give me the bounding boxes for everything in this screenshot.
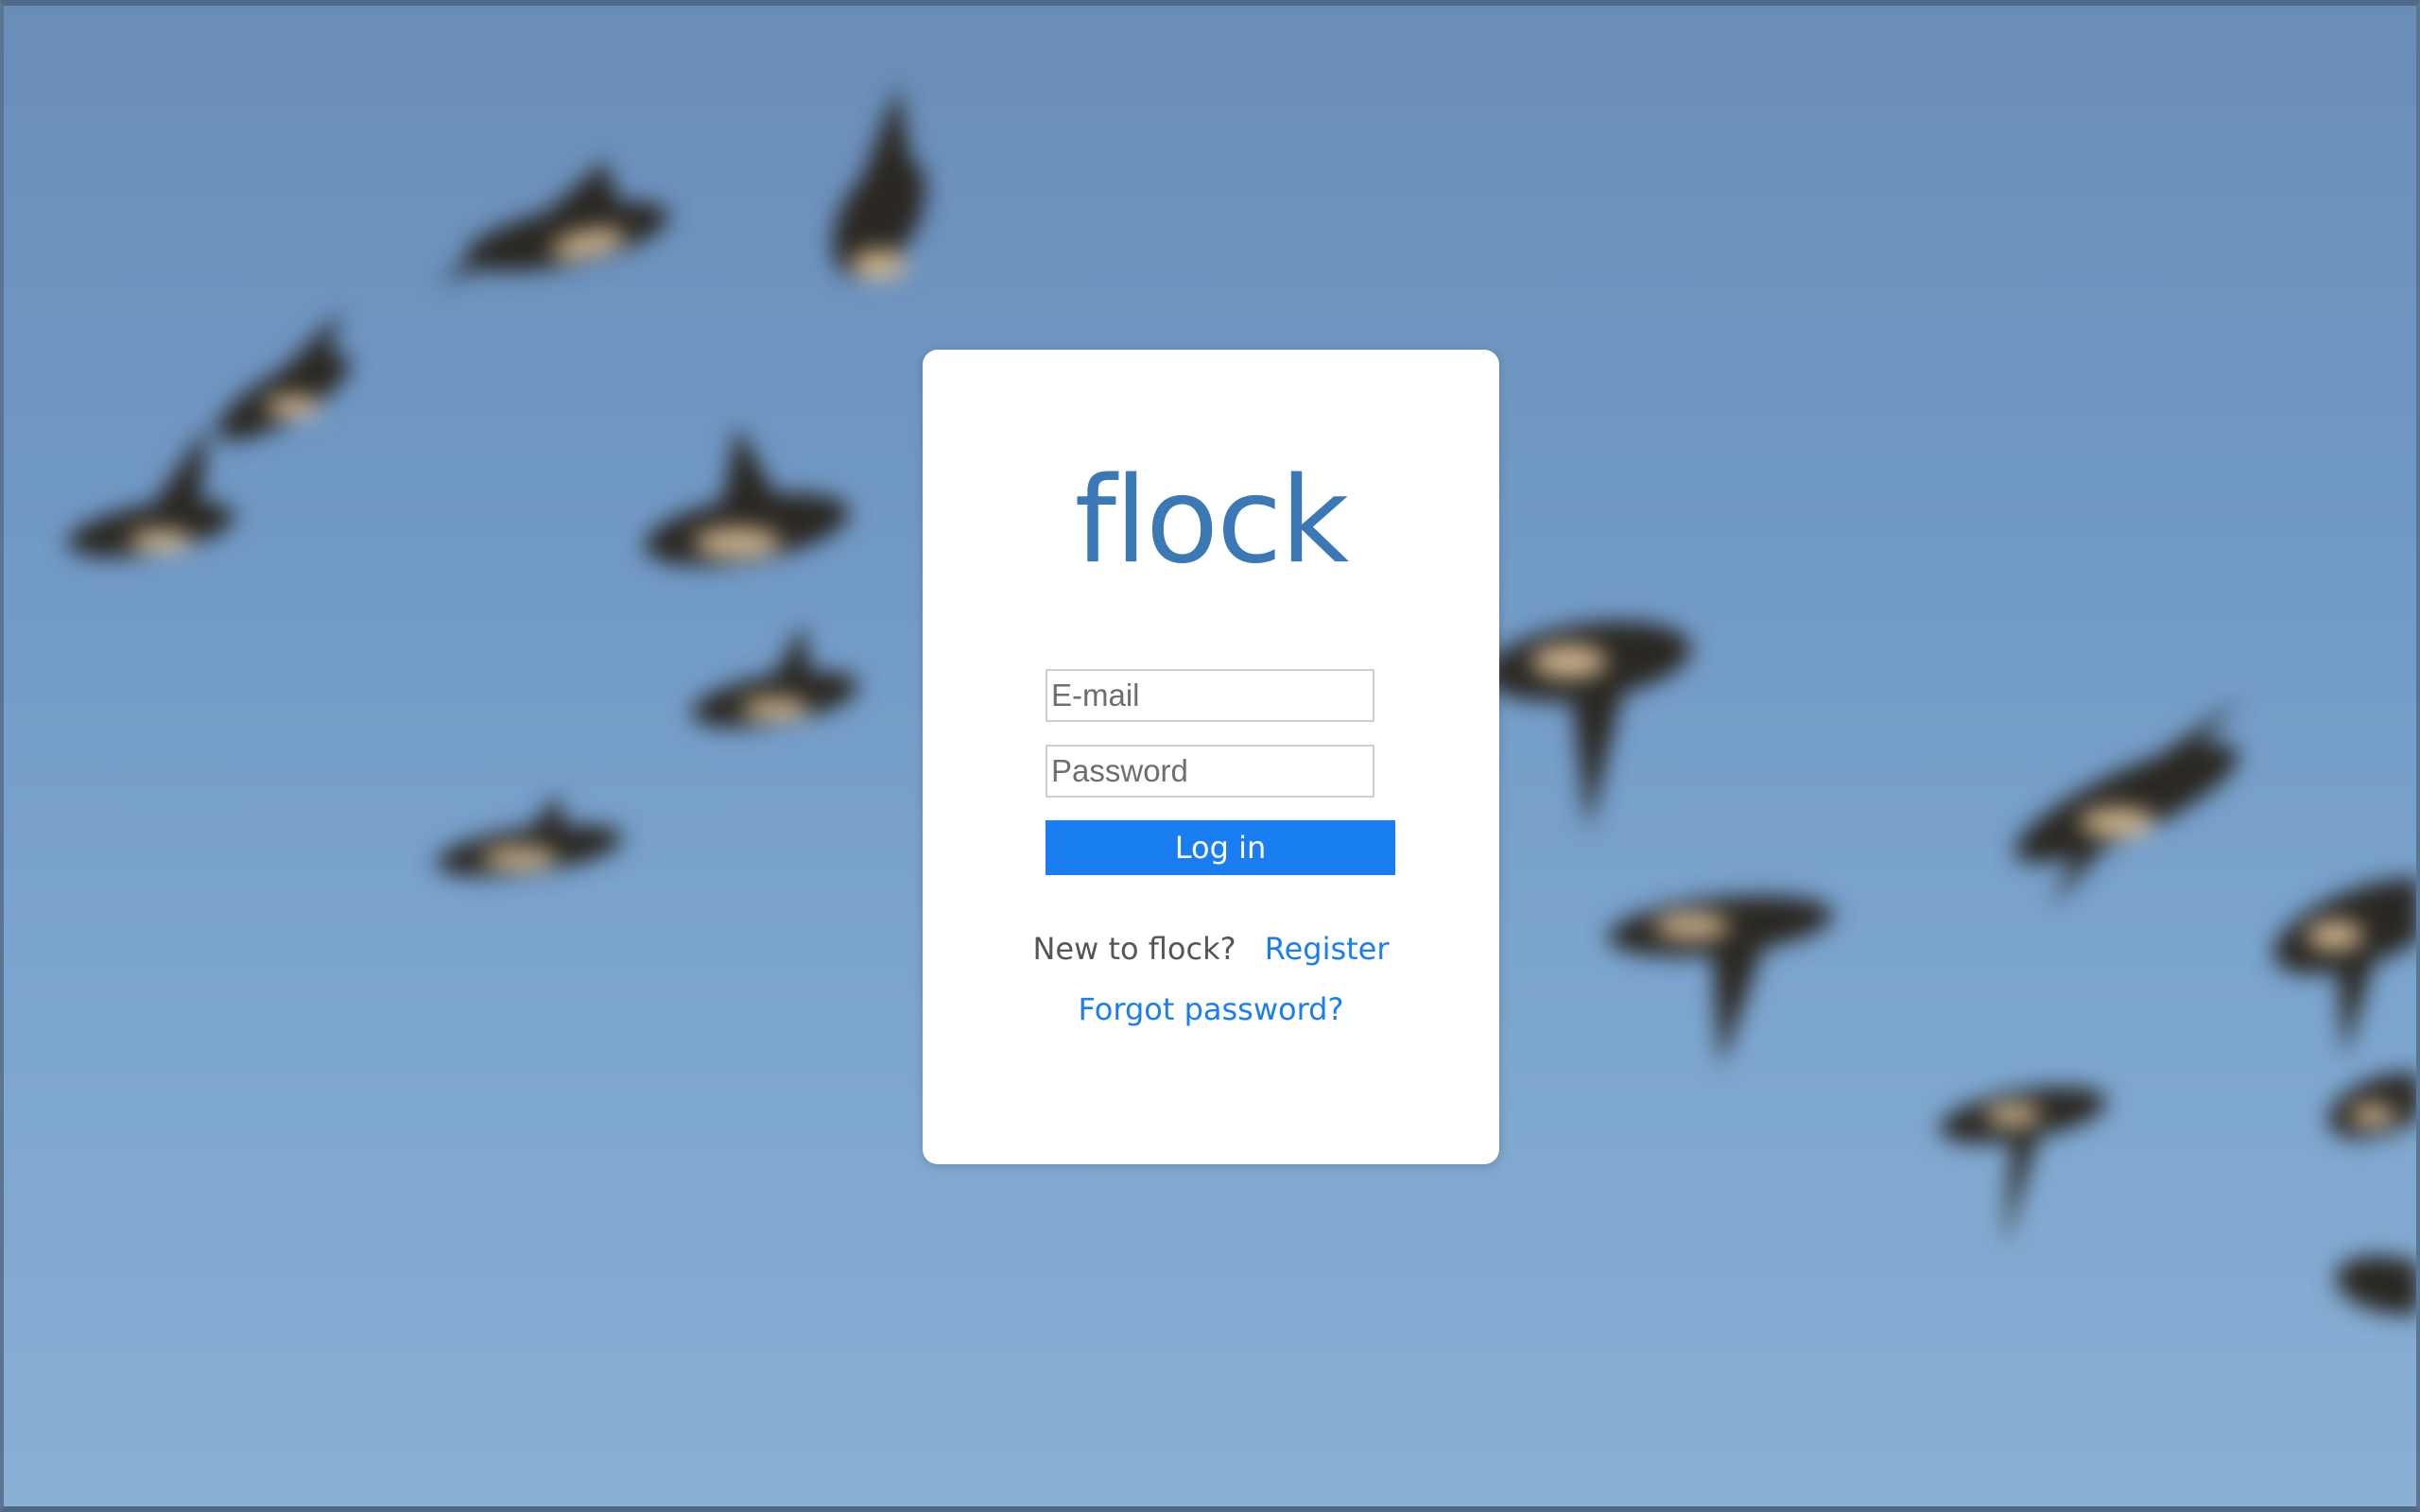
register-link[interactable]: Register	[1265, 931, 1390, 967]
register-prompt: New to flock? Register	[923, 934, 1499, 964]
forgot-password-row: Forgot password?	[923, 994, 1499, 1024]
email-field[interactable]	[1046, 669, 1374, 722]
password-field[interactable]	[1046, 745, 1374, 798]
login-card: flock Log in New to flock? Register Forg…	[923, 350, 1499, 1164]
new-user-text: New to flock?	[1032, 931, 1236, 967]
login-button[interactable]: Log in	[1046, 820, 1395, 875]
forgot-password-link[interactable]: Forgot password?	[1079, 991, 1344, 1027]
flock-logo: flock	[1074, 451, 1350, 590]
